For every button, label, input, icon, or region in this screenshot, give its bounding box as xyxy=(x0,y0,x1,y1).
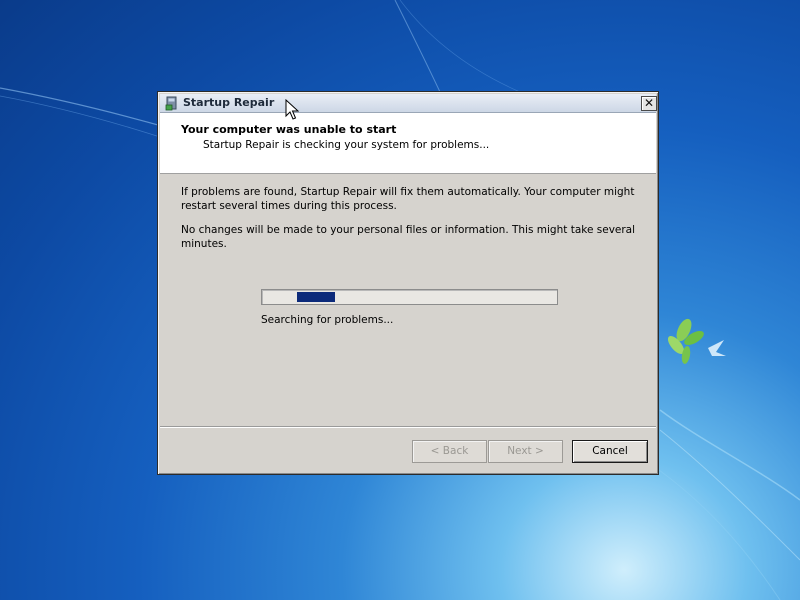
back-button[interactable]: < Back xyxy=(412,440,487,463)
leaf-logo xyxy=(667,318,726,364)
close-icon: ✕ xyxy=(643,96,655,110)
progress-bar xyxy=(261,289,558,305)
header-subtitle: Startup Repair is checking your system f… xyxy=(203,139,490,151)
next-button[interactable]: Next > xyxy=(488,440,563,463)
title-bar[interactable]: Startup Repair ✕ xyxy=(160,94,657,113)
window-title: Startup Repair xyxy=(183,96,275,109)
info-paragraph-1: If problems are found, Startup Repair wi… xyxy=(181,186,635,212)
startup-repair-dialog: Startup Repair ✕ Your computer was unabl… xyxy=(157,91,659,475)
cancel-button[interactable]: Cancel xyxy=(572,440,648,463)
progress-fill xyxy=(297,292,335,302)
button-separator xyxy=(160,426,656,428)
close-button[interactable]: ✕ xyxy=(641,96,657,111)
header-title: Your computer was unable to start xyxy=(181,123,397,136)
info-paragraph-2: No changes will be made to your personal… xyxy=(181,224,636,250)
mouse-pointer-icon xyxy=(285,99,299,120)
header-panel: Your computer was unable to start Startu… xyxy=(160,113,656,174)
status-text: Searching for problems... xyxy=(261,314,394,326)
startup-repair-icon xyxy=(165,96,177,111)
